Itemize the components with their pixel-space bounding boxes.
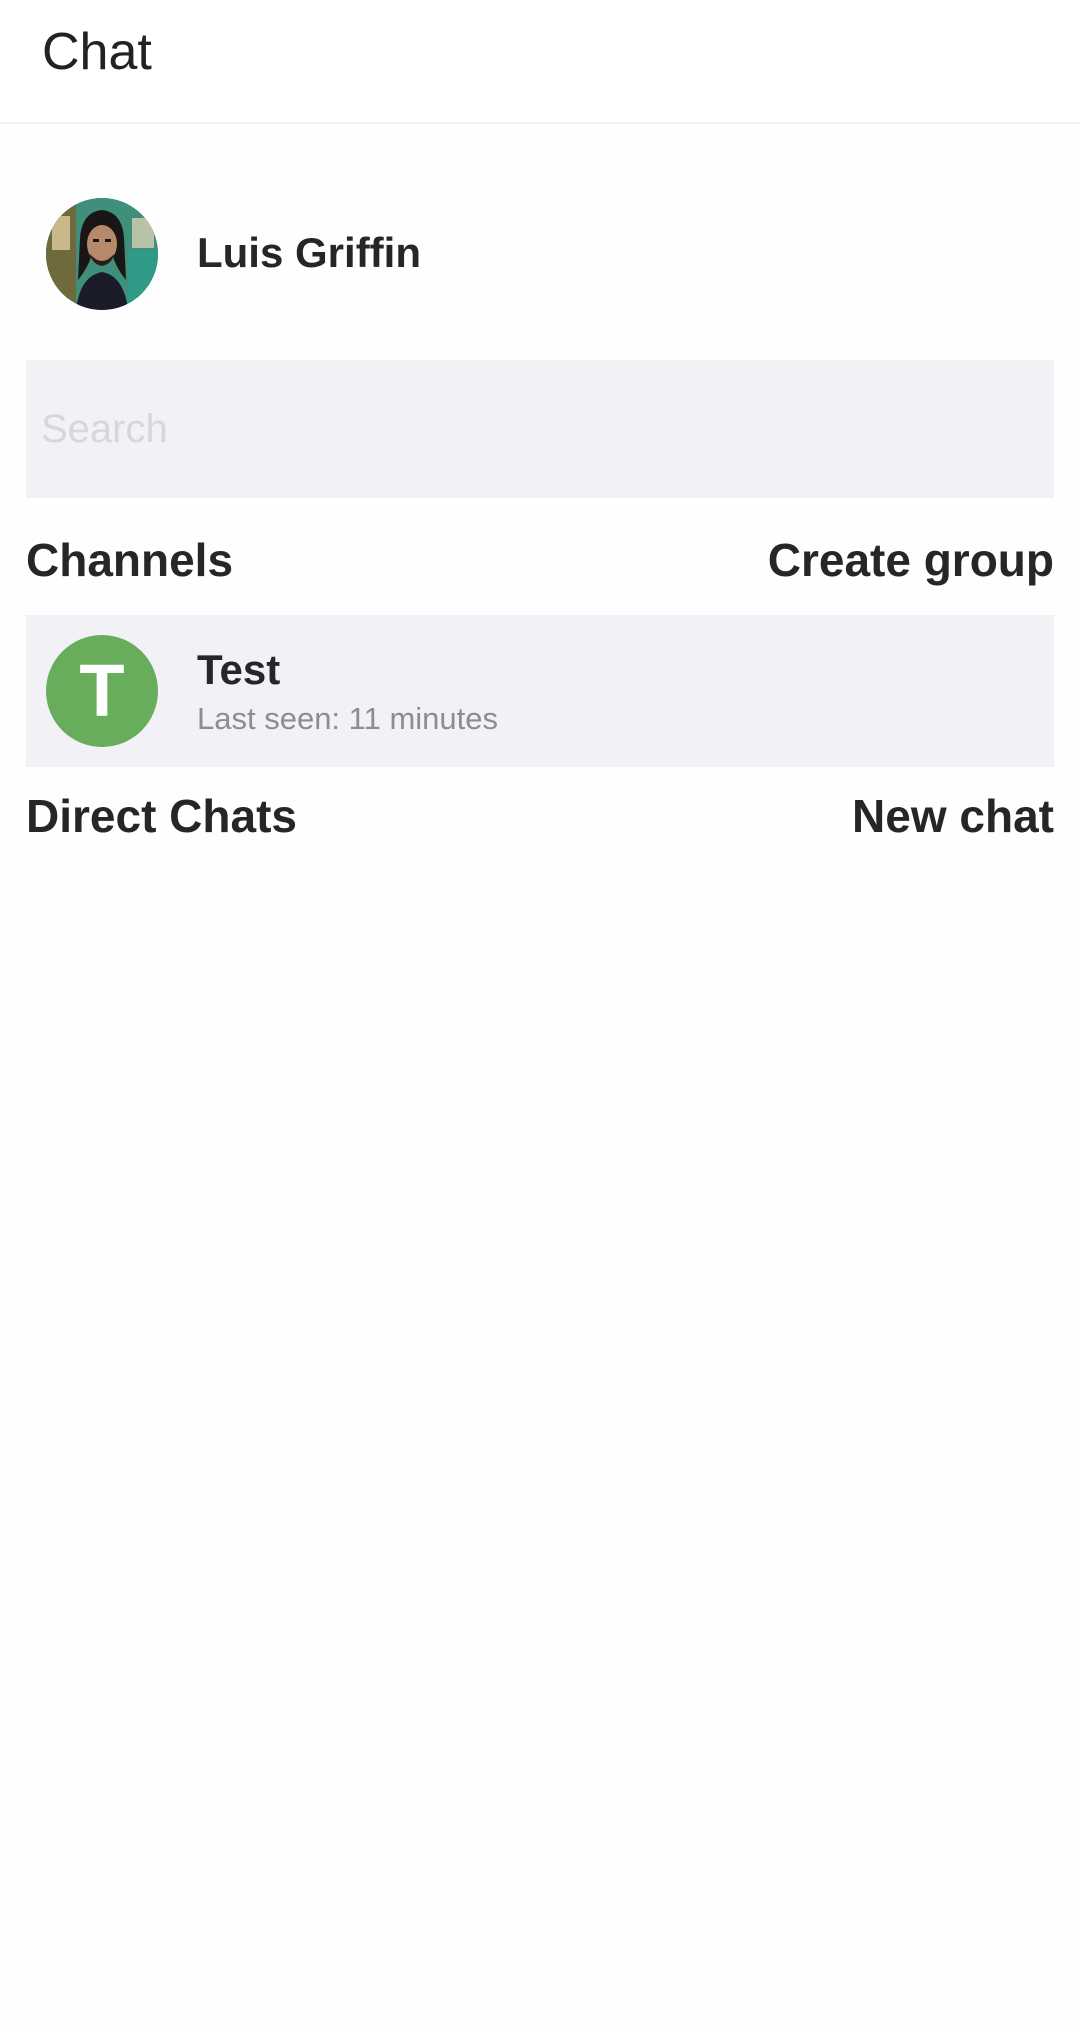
- search-input[interactable]: [26, 360, 1054, 498]
- list-item[interactable]: T Test Last seen: 11 minutes: [26, 615, 1054, 767]
- direct-chats-header: Direct Chats New chat: [26, 786, 1054, 846]
- search-box[interactable]: [26, 360, 1054, 498]
- channels-header: Channels Create group: [26, 530, 1054, 590]
- channels-title: Channels: [26, 534, 234, 586]
- chat-screen: Chat Luis Griffin Channels Create group: [0, 0, 1080, 2025]
- user-photo-icon: [46, 198, 158, 310]
- avatar: T: [46, 635, 158, 747]
- channel-name: Test: [197, 646, 281, 693]
- avatar[interactable]: [46, 198, 158, 310]
- page-title: Chat: [42, 23, 152, 81]
- create-group-button[interactable]: Create group: [768, 530, 1054, 590]
- direct-chats-title: Direct Chats: [26, 790, 297, 842]
- current-user-profile[interactable]: Luis Griffin: [0, 190, 1080, 318]
- channel-last-seen: Last seen: 11 minutes: [197, 701, 498, 736]
- app-bar: Chat: [0, 0, 1080, 124]
- profile-name: Luis Griffin: [197, 229, 421, 276]
- new-chat-button[interactable]: New chat: [852, 786, 1054, 846]
